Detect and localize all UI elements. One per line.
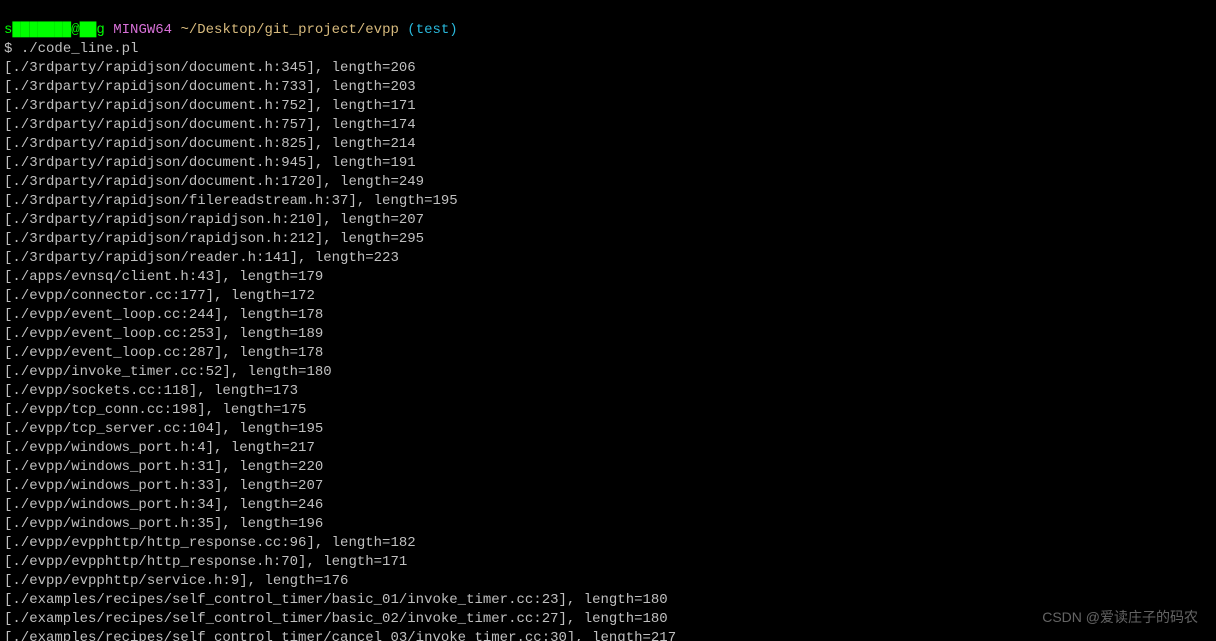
prompt-symbol: $	[4, 41, 12, 57]
output-line: [./evpp/event_loop.cc:244], length=178	[4, 307, 323, 323]
output-line: [./examples/recipes/self_control_timer/b…	[4, 592, 668, 608]
output-line: [./evpp/evpphttp/service.h:9], length=17…	[4, 573, 348, 589]
output-line: [./evpp/windows_port.h:4], length=217	[4, 440, 315, 456]
output-line: [./evpp/event_loop.cc:253], length=189	[4, 326, 323, 342]
prompt-path: ~/Desktop/git_project/evpp	[180, 22, 398, 38]
output-line: [./3rdparty/rapidjson/document.h:752], l…	[4, 98, 416, 114]
output-line: [./evpp/sockets.cc:118], length=173	[4, 383, 298, 399]
prompt-user: s███████@██g	[4, 22, 105, 38]
output-line: [./3rdparty/rapidjson/document.h:757], l…	[4, 117, 416, 133]
output-line: [./3rdparty/rapidjson/document.h:733], l…	[4, 79, 416, 95]
output-block: [./3rdparty/rapidjson/document.h:345], l…	[4, 59, 1212, 641]
prompt-command: ./code_line.pl	[21, 41, 139, 57]
output-line: [./3rdparty/rapidjson/rapidjson.h:210], …	[4, 212, 424, 228]
terminal[interactable]: s███████@██g MINGW64 ~/Desktop/git_proje…	[0, 0, 1216, 641]
output-line: [./evpp/tcp_server.cc:104], length=195	[4, 421, 323, 437]
output-line: [./evpp/connector.cc:177], length=172	[4, 288, 315, 304]
output-line: [./3rdparty/rapidjson/document.h:345], l…	[4, 60, 416, 76]
watermark: CSDN @爱读庄子的码农	[1042, 608, 1198, 627]
output-line: [./3rdparty/rapidjson/document.h:1720], …	[4, 174, 424, 190]
output-line: [./evpp/evpphttp/http_response.h:70], le…	[4, 554, 407, 570]
output-line: [./examples/recipes/self_control_timer/c…	[4, 630, 676, 641]
output-line: [./evpp/windows_port.h:34], length=246	[4, 497, 323, 513]
output-line: [./examples/recipes/self_control_timer/b…	[4, 611, 668, 627]
output-line: [./evpp/invoke_timer.cc:52], length=180	[4, 364, 332, 380]
output-line: [./evpp/tcp_conn.cc:198], length=175	[4, 402, 306, 418]
prompt-line: $ ./code_line.pl	[4, 41, 138, 57]
prompt-branch: (test)	[407, 22, 457, 38]
output-line: [./evpp/windows_port.h:33], length=207	[4, 478, 323, 494]
output-line: [./3rdparty/rapidjson/filereadstream.h:3…	[4, 193, 458, 209]
output-line: [./3rdparty/rapidjson/document.h:825], l…	[4, 136, 416, 152]
output-line: [./apps/evnsq/client.h:43], length=179	[4, 269, 323, 285]
prompt-env: MINGW64	[113, 22, 172, 38]
output-line: [./3rdparty/rapidjson/reader.h:141], len…	[4, 250, 399, 266]
output-line: [./evpp/windows_port.h:31], length=220	[4, 459, 323, 475]
output-line: [./3rdparty/rapidjson/document.h:945], l…	[4, 155, 416, 171]
output-line: [./evpp/windows_port.h:35], length=196	[4, 516, 323, 532]
output-line: [./evpp/evpphttp/http_response.cc:96], l…	[4, 535, 416, 551]
output-line: [./3rdparty/rapidjson/rapidjson.h:212], …	[4, 231, 424, 247]
output-line: [./evpp/event_loop.cc:287], length=178	[4, 345, 323, 361]
